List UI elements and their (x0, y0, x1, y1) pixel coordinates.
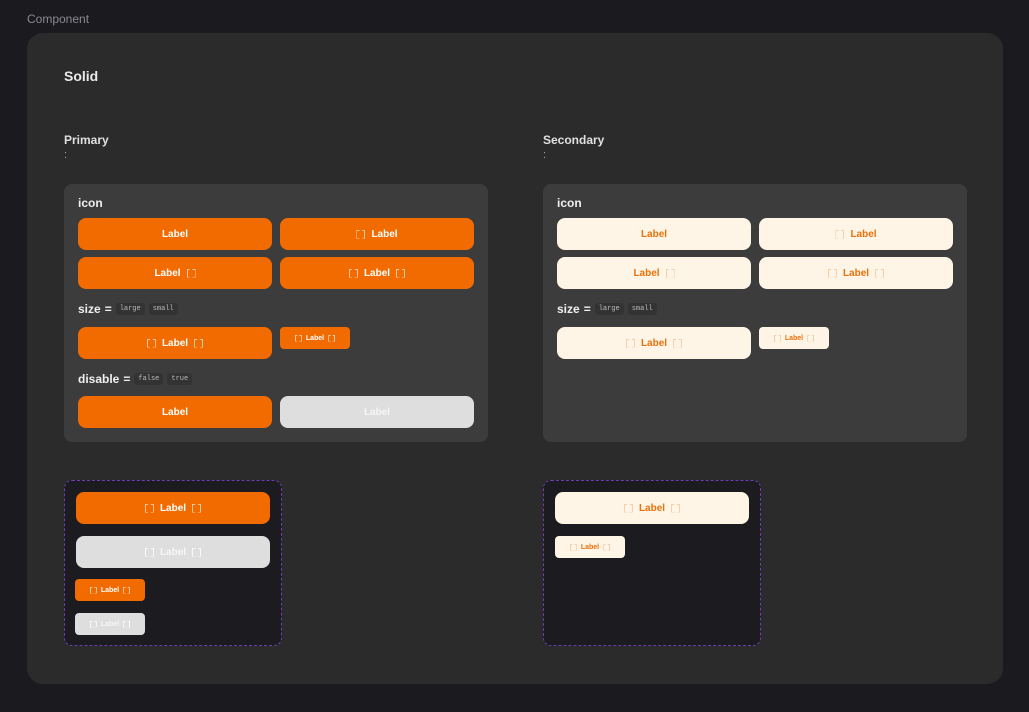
equals-sign: = (583, 302, 591, 316)
button-label: Label (305, 334, 325, 342)
primary-component-large[interactable]: Label (76, 492, 270, 524)
secondary-button-trailing-icon[interactable]: Label (557, 257, 751, 289)
placeholder-icon (145, 504, 154, 513)
secondary-group-subtitle: : (543, 149, 547, 161)
button-label: Label (161, 337, 189, 349)
secondary-variants-panel: icon Label Label Label Label size = larg… (543, 184, 967, 442)
secondary-button-large[interactable]: Label (557, 327, 751, 359)
secondary-button-small[interactable]: Label (759, 327, 829, 349)
secondary-component-set: Label Label (543, 480, 761, 646)
placeholder-icon (123, 621, 130, 628)
button-label: Label (638, 502, 666, 514)
disable-option-true: true (167, 373, 193, 385)
placeholder-icon (194, 339, 203, 348)
disable-property-label: disable = false true (78, 372, 193, 386)
placeholder-icon (123, 587, 130, 594)
primary-button-trailing-icon[interactable]: Label (78, 257, 272, 289)
icon-property-name: icon (78, 196, 103, 210)
primary-component-small[interactable]: Label (75, 579, 145, 601)
placeholder-icon (673, 339, 682, 348)
secondary-button-leading-icon[interactable]: Label (759, 218, 953, 250)
placeholder-icon (835, 230, 844, 239)
primary-group-subtitle: : (64, 149, 68, 161)
size-property-label: size = large small (557, 302, 657, 316)
button-label: Label (100, 620, 120, 628)
button-label: Label (154, 267, 181, 279)
button-label: Label (161, 228, 189, 240)
button-label: Label (640, 228, 668, 240)
placeholder-icon (603, 544, 610, 551)
equals-sign: = (123, 372, 131, 386)
disable-option-false: false (134, 373, 164, 385)
placeholder-icon (90, 587, 97, 594)
placeholder-icon (147, 339, 156, 348)
size-property-name: size (557, 302, 580, 316)
secondary-button-no-icon[interactable]: Label (557, 218, 751, 250)
placeholder-icon (666, 269, 675, 278)
button-label: Label (850, 228, 877, 240)
primary-button-large[interactable]: Label (78, 327, 272, 359)
size-option-small: small (148, 303, 178, 315)
placeholder-icon (624, 504, 633, 513)
size-option-small: small (627, 303, 657, 315)
primary-button-both-icons[interactable]: Label (280, 257, 474, 289)
icon-property-name: icon (557, 196, 582, 210)
primary-group-title: Primary (64, 133, 109, 147)
component-canvas: Solid Primary : icon Label Label Label L… (27, 33, 1003, 684)
button-label: Label (371, 228, 398, 240)
button-label: Label (100, 586, 120, 594)
primary-button-leading-icon[interactable]: Label (280, 218, 474, 250)
size-property-label: size = large small (78, 302, 178, 316)
primary-component-set: Label Label Label Label (64, 480, 282, 646)
primary-component-small-disabled: Label (75, 613, 145, 635)
section-title: Solid (64, 68, 99, 84)
placeholder-icon (90, 621, 97, 628)
placeholder-icon (145, 548, 154, 557)
placeholder-icon (187, 269, 196, 278)
placeholder-icon (295, 335, 302, 342)
icon-property-label: icon (557, 196, 582, 210)
primary-button-enabled[interactable]: Label (78, 396, 272, 428)
placeholder-icon (192, 504, 201, 513)
equals-sign: = (104, 302, 112, 316)
button-label: Label (161, 406, 189, 418)
secondary-component-small[interactable]: Label (555, 536, 625, 558)
button-label: Label (363, 406, 391, 418)
placeholder-icon (807, 335, 814, 342)
placeholder-icon (349, 269, 358, 278)
icon-property-label: icon (78, 196, 103, 210)
button-label: Label (159, 502, 187, 514)
page-label: Component (27, 12, 90, 26)
button-label: Label (363, 267, 391, 279)
primary-button-no-icon[interactable]: Label (78, 218, 272, 250)
secondary-component-large[interactable]: Label (555, 492, 749, 524)
primary-button-disabled: Label (280, 396, 474, 428)
placeholder-icon (356, 230, 365, 239)
button-label: Label (842, 267, 870, 279)
placeholder-icon (774, 335, 781, 342)
primary-component-large-disabled: Label (76, 536, 270, 568)
placeholder-icon (570, 544, 577, 551)
disable-property-name: disable (78, 372, 120, 386)
placeholder-icon (396, 269, 405, 278)
button-label: Label (640, 337, 668, 349)
placeholder-icon (875, 269, 884, 278)
placeholder-icon (192, 548, 201, 557)
placeholder-icon (328, 335, 335, 342)
size-option-large: large (115, 303, 145, 315)
size-property-name: size (78, 302, 101, 316)
button-label: Label (784, 334, 804, 342)
button-label: Label (633, 267, 660, 279)
primary-variants-panel: icon Label Label Label Label size = larg… (64, 184, 488, 442)
placeholder-icon (626, 339, 635, 348)
secondary-button-both-icons[interactable]: Label (759, 257, 953, 289)
primary-button-small[interactable]: Label (280, 327, 350, 349)
size-option-large: large (594, 303, 624, 315)
placeholder-icon (671, 504, 680, 513)
button-label: Label (159, 546, 187, 558)
button-label: Label (580, 543, 600, 551)
placeholder-icon (828, 269, 837, 278)
secondary-group-title: Secondary (543, 133, 605, 147)
